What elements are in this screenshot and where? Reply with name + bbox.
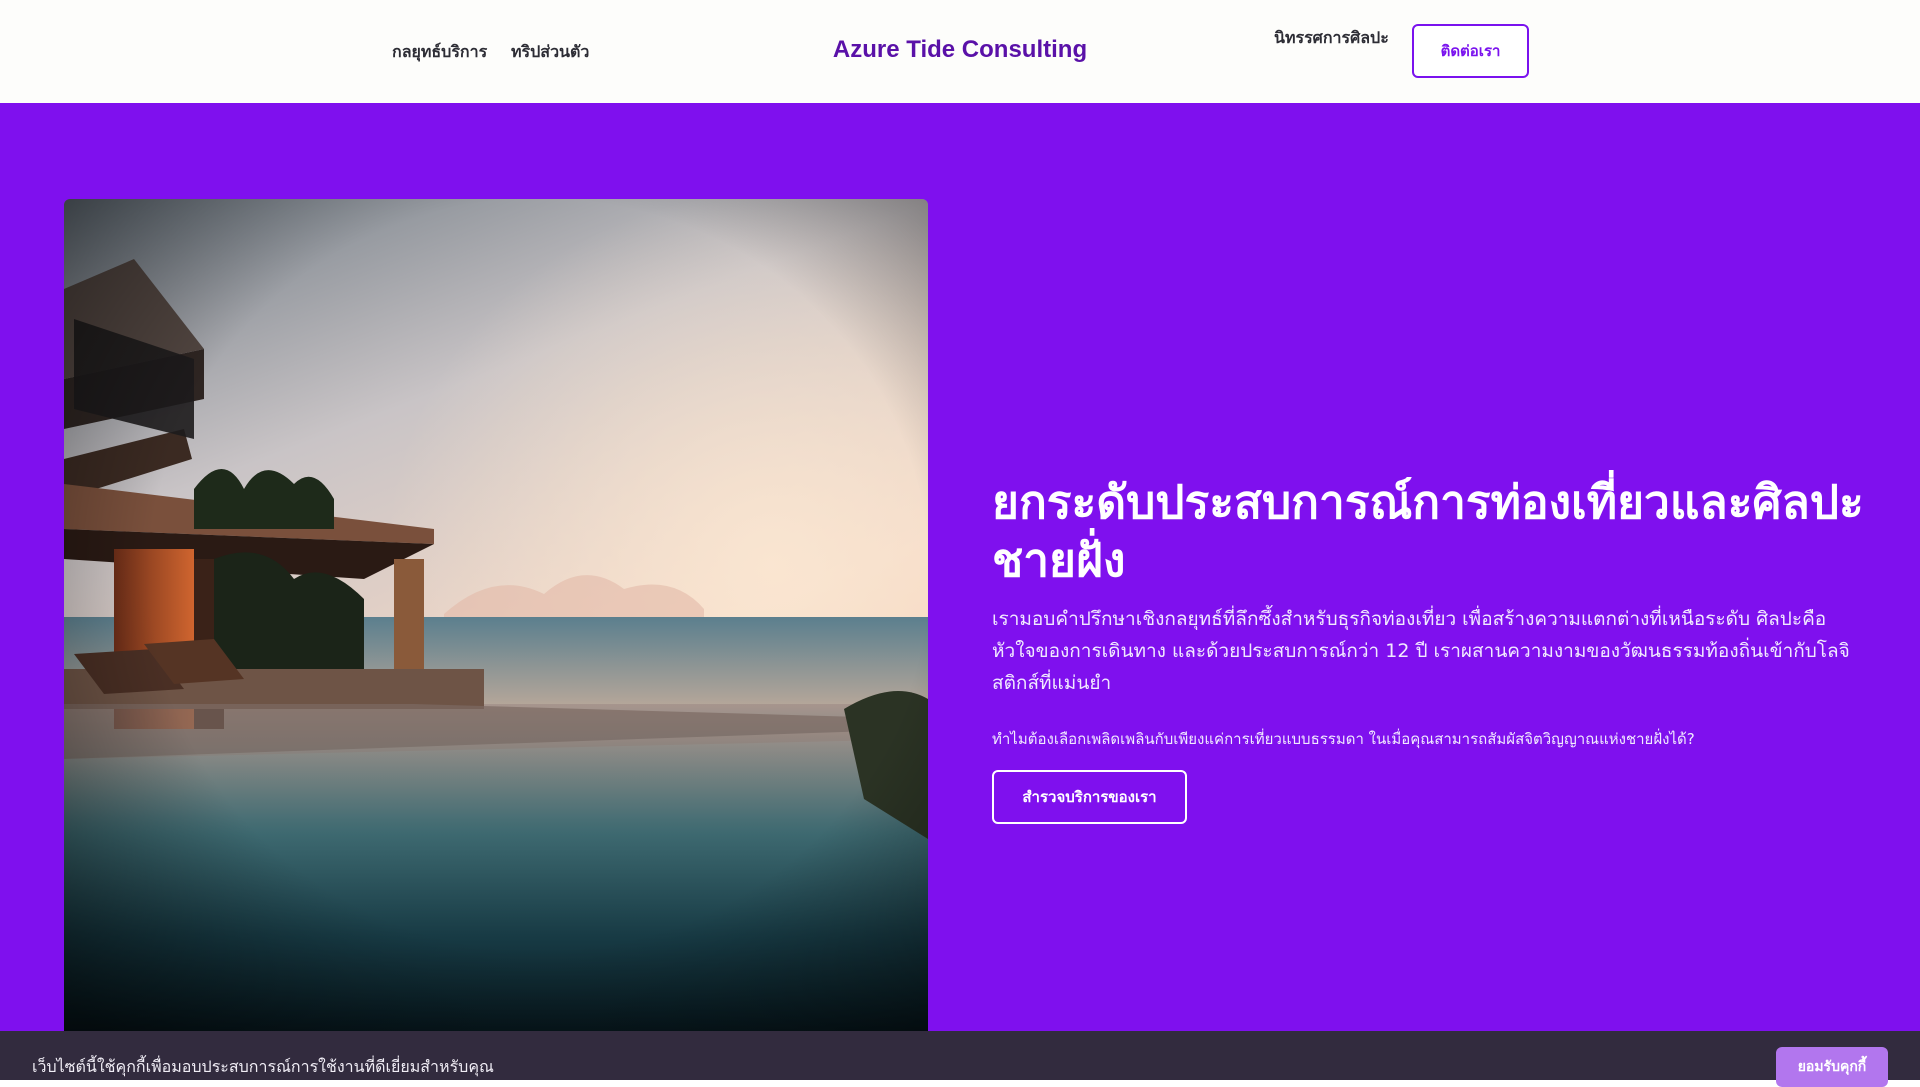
hero-description: เรามอบคำปรึกษาเชิงกลยุทธ์ที่ลึกซึ้งสำหรั…: [992, 608, 1850, 694]
explore-services-button[interactable]: สำรวจบริการของเรา: [992, 770, 1187, 824]
coastal-villa-illustration: [64, 199, 928, 1031]
hero-title: ยกระดับประสบการณ์การท่องเที่ยวและศิลปะชา…: [992, 474, 1864, 587]
nav-link-art-exhibition[interactable]: นิทรรศการศิลปะ: [1274, 26, 1389, 51]
accept-cookies-button[interactable]: ยอมรับคุกกี้: [1776, 1047, 1888, 1087]
site-header: กลยุทธ์บริการ ทริปส่วนตัว Azure Tide Con…: [0, 0, 1920, 103]
cookie-notice-text: เว็บไซต์นี้ใช้คุกกี้เพื่อมอบประสบการณ์กา…: [32, 1057, 494, 1076]
cookie-banner: เว็บไซต์นี้ใช้คุกกี้เพื่อมอบประสบการณ์กา…: [0, 1031, 1920, 1087]
hero-question: ทำไมต้องเลือกเพลิดเพลินกับเพียงแค่การเที…: [992, 730, 1695, 748]
hero-image: [64, 199, 928, 1031]
contact-button[interactable]: ติดต่อเรา: [1412, 24, 1529, 78]
brand-logo[interactable]: Azure Tide Consulting: [0, 36, 1920, 64]
